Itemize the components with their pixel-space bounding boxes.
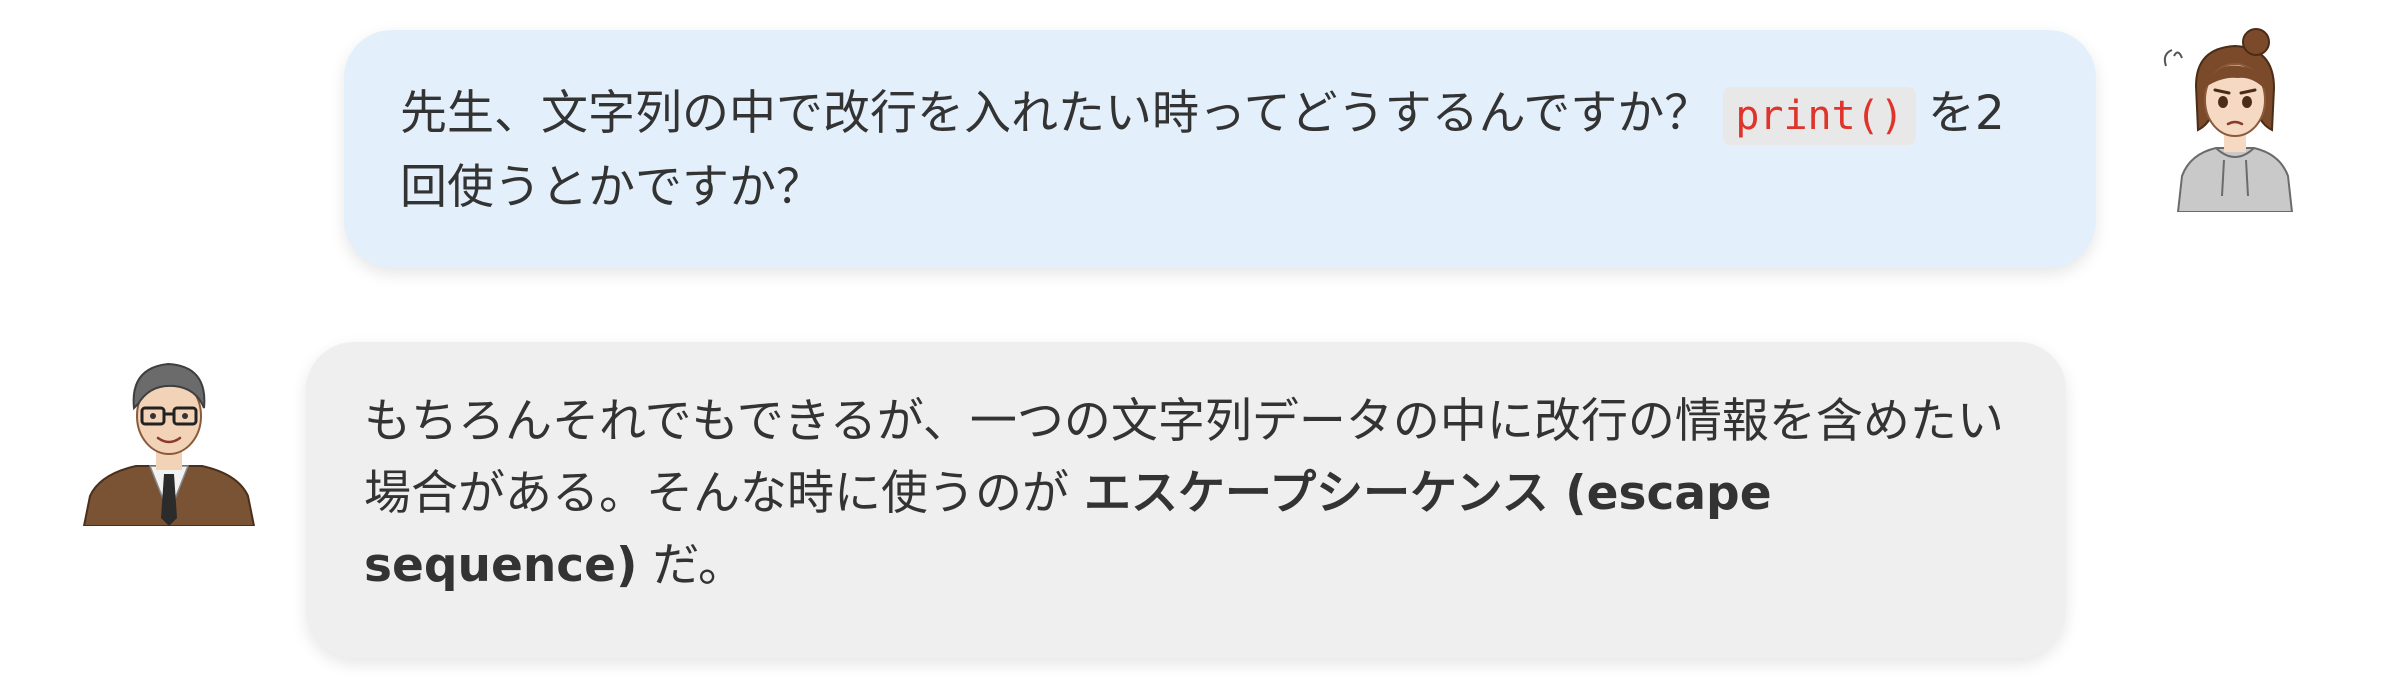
inline-code: print() — [1723, 87, 1916, 145]
student-message-text: 先生、文字列の中で改行を入れたい時ってどうするんですか？ — [400, 86, 1712, 141]
teacher-message-text-end: だ。 — [637, 538, 746, 593]
student-avatar — [2160, 26, 2310, 213]
student-message-bubble: 先生、文字列の中で改行を入れたい時ってどうするんですか？ print() を2回使う… — [344, 30, 2096, 268]
teacher-man-avatar-icon — [82, 362, 256, 527]
teacher-avatar — [78, 346, 260, 527]
teacher-message-bubble: もちろんそれでもできるが、一つの文字列データの中に改行の情報を含めたい場合がある… — [306, 342, 2066, 658]
student-girl-avatar-icon — [2163, 28, 2294, 213]
chat-conversation: 先生、文字列の中で改行を入れたい時ってどうするんですか？ print() を2回使う… — [0, 0, 2400, 684]
